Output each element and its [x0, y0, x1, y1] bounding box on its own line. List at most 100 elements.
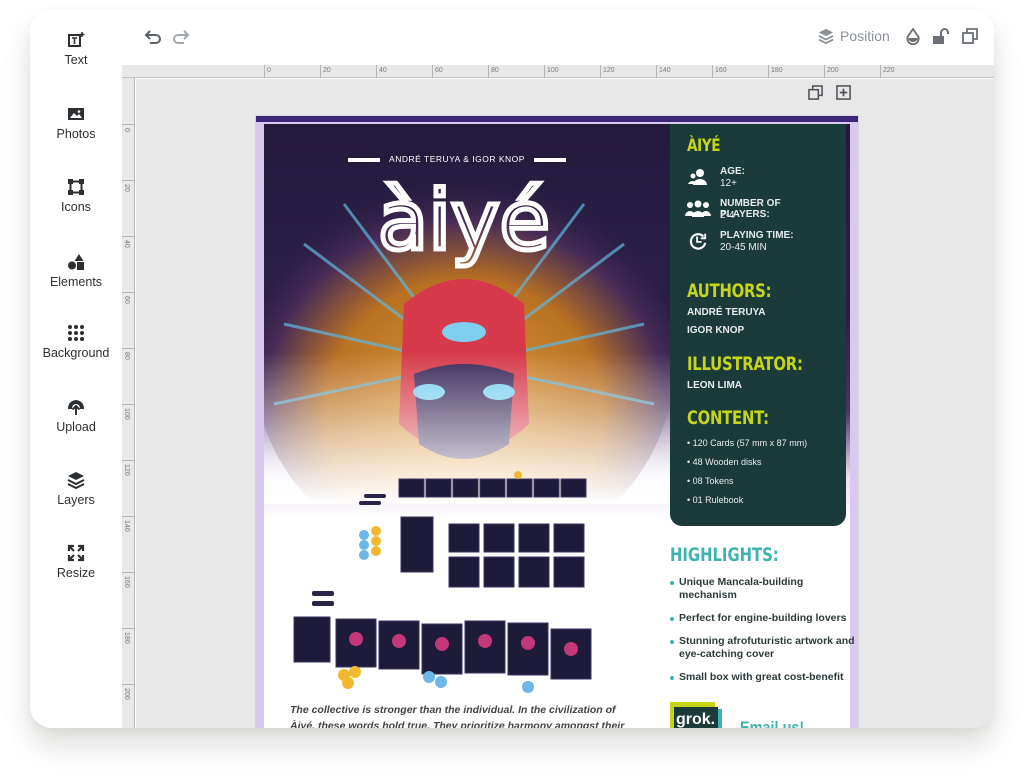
shapes-icon: [68, 254, 84, 270]
canvas-area: àiyé ANDRÉ TERUYA & IGOR KNOP ÀIYÉ AGE: …: [136, 79, 994, 728]
illustrator-heading: ILLUSTRATOR:: [687, 353, 803, 375]
sidebar-item-label: Resize: [56, 566, 96, 580]
person-icon: [688, 169, 707, 185]
highlight-item: Perfect for engine-building lovers: [670, 612, 856, 625]
email-cta[interactable]: Email us!: [740, 718, 804, 728]
unlock-icon[interactable]: [932, 28, 950, 45]
author-name: IGOR KNOP: [687, 325, 745, 336]
stat-age: AGE: 12+: [687, 164, 829, 196]
tagline-quote: The collective is stronger than the indi…: [290, 704, 625, 728]
dots-grid-icon: [68, 325, 84, 341]
ruler-tick: 60: [432, 65, 443, 78]
stat-value: 20-45 MIN: [720, 242, 767, 253]
photo-icon: [68, 108, 84, 120]
sidebar-item-label: Icons: [61, 200, 91, 214]
stat-players: NUMBER OF PLAYERS: 2-4: [685, 196, 829, 228]
highlight-item: Unique Mancala-building mechanism: [670, 576, 856, 602]
grok-logo-text: grok.: [674, 707, 718, 728]
sidebar-item-photos[interactable]: Photos: [30, 105, 122, 141]
sidebar-item-label: Upload: [56, 420, 96, 434]
sidebar-item-background[interactable]: Background: [30, 324, 122, 360]
sidebar-item-label: Layers: [57, 493, 95, 507]
position-button[interactable]: Position: [818, 28, 890, 44]
ruler-tick: 0: [122, 124, 135, 180]
vertical-ruler: 0 20 40 60 80 100 120 140 160 180 200: [122, 78, 135, 728]
logo-text: àiyé: [378, 174, 550, 269]
ruler-tick: 40: [122, 236, 135, 292]
ruler-tick: 200: [824, 65, 839, 78]
group-icon: [685, 200, 711, 217]
ruler-tick: 100: [122, 404, 135, 460]
add-page-icon[interactable]: [836, 85, 851, 100]
ruler-tick: 200: [122, 684, 135, 728]
ruler-tick: 60: [122, 292, 135, 348]
components-photo: [293, 471, 592, 693]
layers-icon: [818, 28, 834, 44]
highlight-item: Stunning afrofuturistic artwork and eye-…: [670, 635, 856, 661]
ruler-tick: 20: [320, 65, 331, 78]
ruler-tick: 140: [656, 65, 671, 78]
highlights-section: HIGHLIGHTS: Unique Mancala-building mech…: [670, 544, 856, 684]
ruler-tick: 80: [122, 348, 135, 404]
content-item: • 01 Rulebook: [687, 495, 744, 505]
duplicate-icon[interactable]: [962, 28, 978, 44]
highlights-heading: HIGHLIGHTS:: [670, 544, 779, 566]
position-label: Position: [840, 28, 890, 44]
sidebar-item-label: Text: [64, 53, 88, 67]
ruler-tick: 160: [712, 65, 727, 78]
ruler-tick: 120: [600, 65, 615, 78]
sidebar-item-label: Photos: [56, 127, 96, 141]
undo-icon[interactable]: [144, 29, 162, 45]
illustrator-name: LEON LIMA: [687, 380, 742, 391]
resize-icon: [67, 544, 85, 562]
ruler-tick: 40: [376, 65, 387, 78]
sidebar-item-text[interactable]: Text: [30, 31, 122, 67]
sidebar-item-icons[interactable]: Icons: [30, 178, 122, 214]
cover-artwork: àiyé: [264, 124, 674, 504]
top-toolbar: Position: [122, 10, 994, 65]
stat-value: 12+: [720, 178, 737, 189]
authors-heading: AUTHORS:: [687, 280, 772, 302]
ruler-tick: 120: [122, 460, 135, 516]
stat-label: AGE:: [720, 166, 745, 177]
content-item: • 120 Cards (57 mm x 87 mm): [687, 438, 808, 448]
redo-icon[interactable]: [172, 29, 190, 45]
sidebar-item-label: Elements: [49, 275, 103, 289]
upload-icon: [68, 400, 84, 415]
ruler-tick: 100: [544, 65, 559, 78]
editor-window: Text Photos Icons Elements Background Up…: [30, 10, 994, 728]
horizontal-ruler: 0 20 40 60 80 100 120 140 160 180 200 22…: [122, 65, 994, 78]
poster-credit: ANDRÉ TERUYA & IGOR KNOP: [348, 154, 566, 164]
stat-label: NUMBER OF PLAYERS:: [720, 198, 781, 220]
text-add-icon: [68, 32, 85, 47]
content-section: CONTENT: • 120 Cards (57 mm x 87 mm) • 4…: [687, 407, 829, 505]
layers-icon: [67, 472, 85, 489]
content-heading: CONTENT:: [687, 407, 769, 429]
sidebar-item-resize[interactable]: Resize: [30, 544, 122, 580]
ruler-tick: 220: [880, 65, 895, 78]
game-title: ÀIYÉ: [687, 136, 721, 156]
sidebar-item-layers[interactable]: Layers: [30, 471, 122, 507]
ruler-tick: 80: [488, 65, 499, 78]
sidebar-item-upload[interactable]: Upload: [30, 398, 122, 434]
sidebar-item-elements[interactable]: Elements: [30, 253, 122, 289]
grok-logo: grok.: [670, 702, 722, 728]
stat-value: 2-4: [720, 210, 735, 221]
droplet-icon[interactable]: [906, 28, 920, 45]
highlight-item: Small box with great cost-benefit: [670, 671, 856, 684]
sidebar: Text Photos Icons Elements Background Up…: [30, 10, 122, 728]
poster-page[interactable]: àiyé ANDRÉ TERUYA & IGOR KNOP ÀIYÉ AGE: …: [256, 116, 858, 728]
content-item: • 08 Tokens: [687, 476, 734, 486]
authors-section: AUTHORS: ANDRÉ TERUYA IGOR KNOP: [687, 280, 829, 336]
poster-content: àiyé ANDRÉ TERUYA & IGOR KNOP ÀIYÉ AGE: …: [264, 124, 855, 728]
ruler-tick: 180: [768, 65, 783, 78]
ruler-tick: 0: [264, 65, 271, 78]
ruler-tick: 160: [122, 572, 135, 628]
vector-icon: [68, 179, 84, 195]
stat-label: PLAYING TIME:: [720, 230, 794, 241]
ruler-tick: 180: [122, 628, 135, 684]
clock-icon: [689, 233, 707, 250]
duplicate-page-icon[interactable]: [808, 85, 823, 100]
sidebar-item-label: Background: [42, 346, 110, 360]
stat-playtime: PLAYING TIME: 20-45 MIN: [687, 228, 829, 260]
